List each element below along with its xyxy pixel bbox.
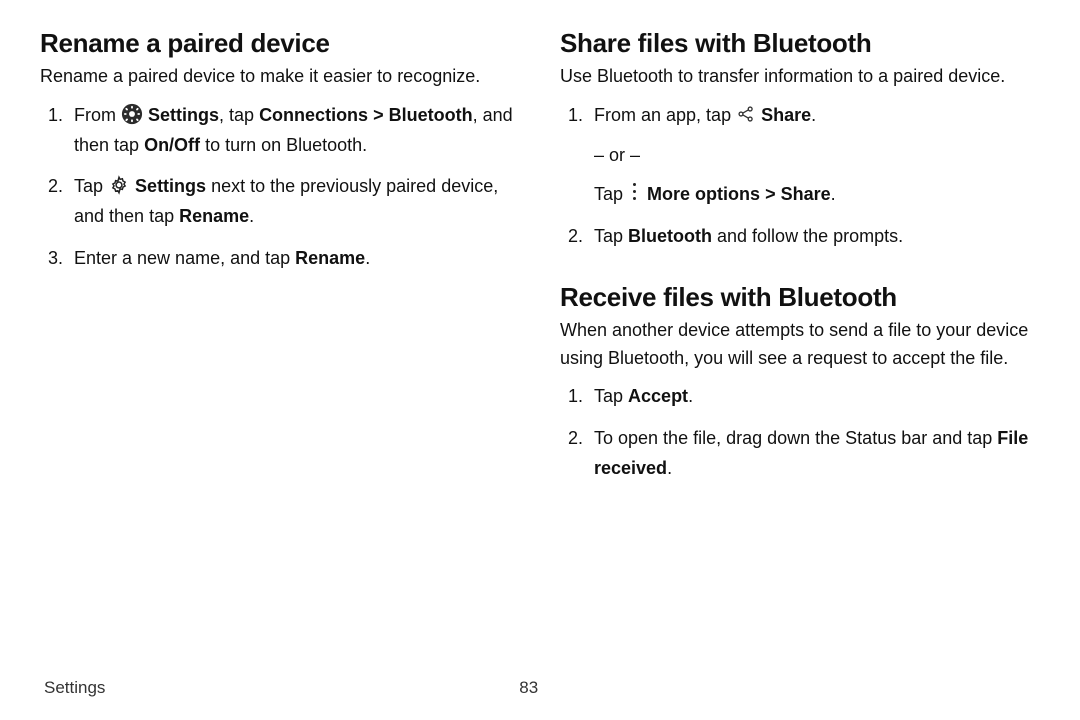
share-icon [736,104,756,124]
text: , tap [219,105,259,125]
text: From [74,105,121,125]
two-column-layout: Rename a paired device Rename a paired d… [40,24,1040,670]
step-3: Enter a new name, and tap Rename. [68,244,520,274]
rename-label: Rename [179,206,249,226]
text: . [249,206,254,226]
settings-circle-icon [121,103,143,125]
step-1: From an app, tap Share. – or – Tap [588,101,1040,210]
text: . [688,386,693,406]
steps-share: From an app, tap Share. – or – Tap [560,101,1040,252]
share-label: Share [781,184,831,204]
page-number: 83 [519,678,538,698]
bluetooth-label: Bluetooth [389,105,473,125]
share-label: Share [761,105,811,125]
connections-label: Connections [259,105,368,125]
text: . [811,105,816,125]
text: . [667,458,672,478]
heading-receive: Receive files with Bluetooth [560,282,1040,313]
steps-rename: From [40,101,520,273]
step-2: Tap Bluetooth and follow the prompts. [588,222,1040,252]
step-2: To open the file, drag down the Status b… [588,424,1040,483]
heading-rename: Rename a paired device [40,28,520,59]
settings-label: Settings [148,105,219,125]
gear-icon [108,174,130,196]
text: Tap [594,386,628,406]
manual-page: Rename a paired device Rename a paired d… [0,0,1080,720]
or-text: – or – [594,141,1040,171]
chevron: > [765,184,776,204]
page-footer: Settings 83 [40,670,1040,720]
chevron: > [373,105,384,125]
lead-rename: Rename a paired device to make it easier… [40,63,520,91]
onoff-label: On/Off [144,135,200,155]
settings-label: Settings [135,176,206,196]
bluetooth-label: Bluetooth [628,226,712,246]
text: Tap [594,226,628,246]
left-column: Rename a paired device Rename a paired d… [40,24,520,670]
step-1: Tap Accept. [588,382,1040,412]
step-1: From [68,101,520,160]
more-options-label: More options [647,184,760,204]
text: To open the file, drag down the Status b… [594,428,997,448]
text: and follow the prompts. [712,226,903,246]
text: Tap [74,176,108,196]
text: . [831,184,836,204]
text: Enter a new name, and tap [74,248,295,268]
text: to turn on Bluetooth. [200,135,367,155]
right-column: Share files with Bluetooth Use Bluetooth… [560,24,1040,670]
step-2: Tap Settings next to the previously pair… [68,172,520,231]
rename-label: Rename [295,248,365,268]
footer-section: Settings [44,678,105,698]
steps-receive: Tap Accept. To open the file, drag down … [560,382,1040,483]
text: Tap [594,184,628,204]
accept-label: Accept [628,386,688,406]
lead-receive: When another device attempts to send a f… [560,317,1040,373]
more-options-icon [628,182,642,202]
lead-share: Use Bluetooth to transfer information to… [560,63,1040,91]
text: . [365,248,370,268]
heading-share: Share files with Bluetooth [560,28,1040,59]
text: From an app, tap [594,105,736,125]
